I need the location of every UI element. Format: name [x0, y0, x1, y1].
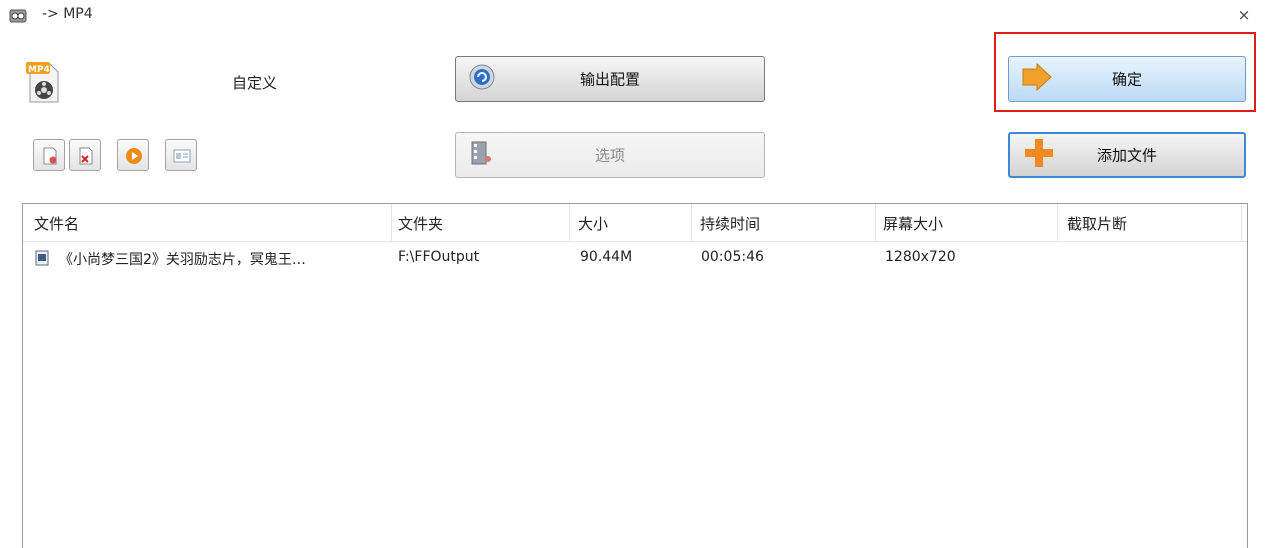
column-divider[interactable]	[875, 204, 876, 241]
column-header-resolution[interactable]: 屏幕大小	[883, 213, 943, 234]
cell-duration: 00:05:46	[701, 249, 764, 265]
file-list[interactable]: 文件名 文件夹 大小 持续时间 屏幕大小 截取片断 《小尚梦三国2》关羽励志片，…	[22, 203, 1248, 548]
options-label: 选项	[594, 146, 625, 165]
cell-resolution: 1280x720	[885, 249, 956, 265]
column-divider[interactable]	[1241, 204, 1242, 241]
play-button[interactable]	[117, 139, 149, 171]
column-header-duration[interactable]: 持续时间	[700, 213, 760, 234]
info-button[interactable]	[165, 139, 197, 171]
window-title: -> MP4	[42, 6, 93, 22]
cell-folder: F:\FFOutput	[398, 249, 480, 265]
ok-button[interactable]: 确定	[1008, 56, 1246, 102]
column-divider[interactable]	[391, 204, 392, 241]
cell-filename: 《小尚梦三国2》关羽励志片，冥鬼王…	[59, 252, 306, 268]
column-header-size[interactable]: 大小	[578, 213, 608, 234]
column-divider[interactable]	[1057, 204, 1058, 241]
column-header-filename[interactable]: 文件名	[34, 213, 79, 234]
mp4-file-icon: MP4	[24, 60, 64, 104]
remove-file-button[interactable]	[33, 139, 65, 171]
profile-label: 自定义	[232, 74, 278, 92]
options-button[interactable]: 选项	[455, 132, 765, 178]
app-icon	[9, 8, 27, 24]
output-config-label: 输出配置	[579, 70, 640, 89]
output-config-button[interactable]: 输出配置	[455, 56, 765, 102]
column-header-folder[interactable]: 文件夹	[398, 213, 443, 234]
add-file-button[interactable]: 添加文件	[1008, 132, 1246, 178]
svg-text:MP4: MP4	[28, 65, 50, 75]
add-file-label: 添加文件	[1096, 146, 1157, 165]
video-file-icon	[35, 250, 49, 266]
cell-size: 90.44M	[580, 249, 633, 265]
ok-label: 确定	[1111, 70, 1142, 89]
column-divider[interactable]	[569, 204, 570, 241]
clear-list-button[interactable]	[69, 139, 101, 171]
close-button[interactable]: ×	[1234, 5, 1254, 25]
list-header: 文件名 文件夹 大小 持续时间 屏幕大小 截取片断	[23, 204, 1247, 242]
column-divider[interactable]	[691, 204, 692, 241]
table-row[interactable]: 《小尚梦三国2》关羽励志片，冥鬼王… F:\FFOutput 90.44M 00…	[23, 244, 1247, 270]
column-header-clip[interactable]: 截取片断	[1067, 213, 1127, 234]
